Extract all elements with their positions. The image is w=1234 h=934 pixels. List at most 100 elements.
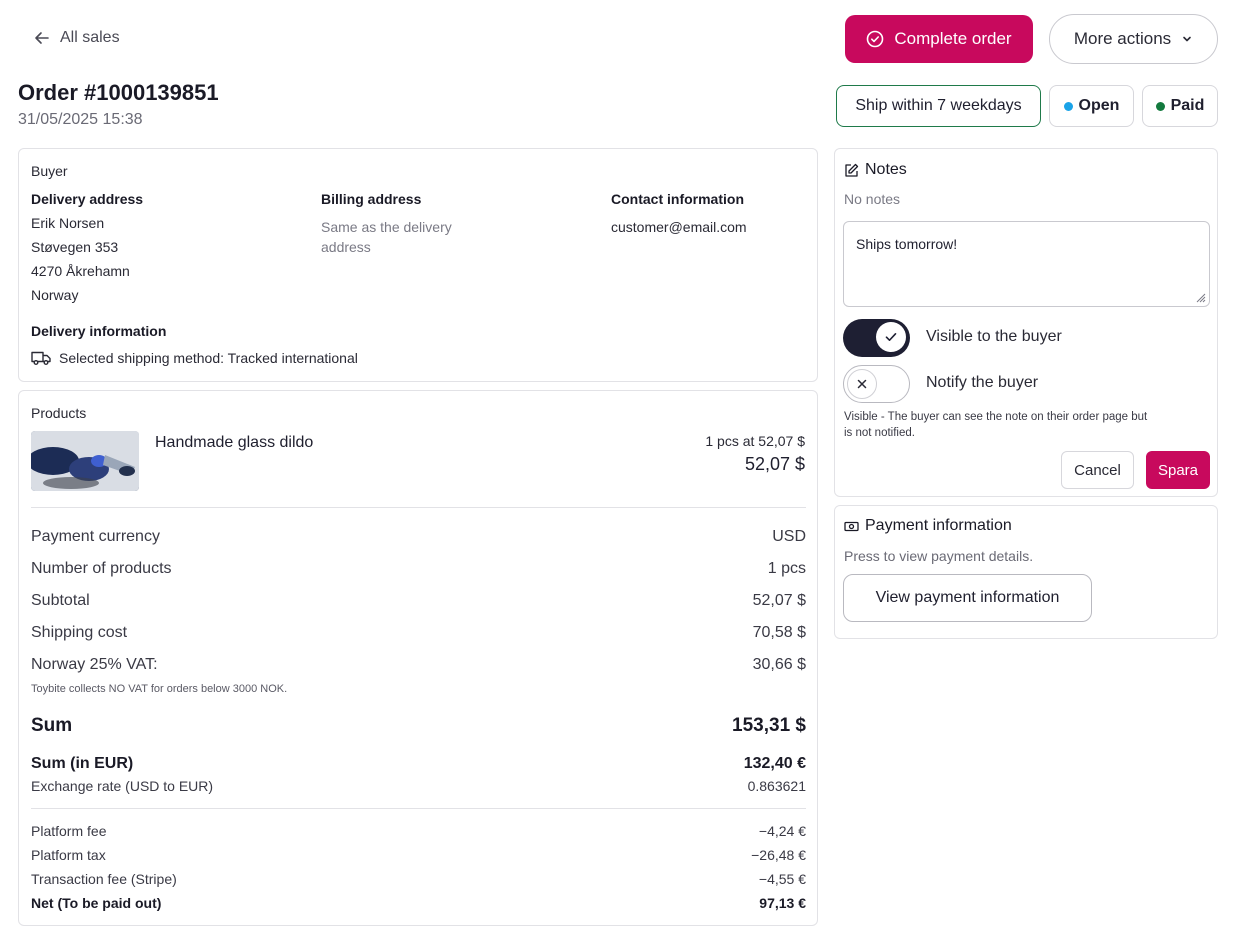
summary-value: 70,58 $ <box>752 624 806 641</box>
net-row: Net (To be paid out) 97,13 € <box>31 895 806 911</box>
exchange-rate-value: 0.863621 <box>747 778 806 794</box>
close-icon <box>857 379 867 389</box>
save-button[interactable]: Spara <box>1146 451 1210 489</box>
summary-value: USD <box>772 528 806 545</box>
check-icon <box>885 333 897 341</box>
money-icon <box>844 521 859 531</box>
divider <box>31 808 806 809</box>
product-total: 52,07 $ <box>744 454 805 474</box>
complete-order-label: Complete order <box>894 29 1012 48</box>
open-dot-icon <box>1063 101 1073 111</box>
cancel-button[interactable]: Cancel <box>1061 451 1134 489</box>
resize-grip-icon[interactable] <box>1196 293 1206 303</box>
fee-label: Platform tax <box>31 847 106 863</box>
open-badge-label: Open <box>1078 97 1120 114</box>
product-photo-icon <box>31 431 139 491</box>
sum-label: Sum <box>31 715 73 736</box>
contact-info-heading: Contact information <box>611 191 744 207</box>
paid-dot-icon <box>1155 101 1165 111</box>
fee-row: Platform fee −4,24 € <box>31 823 806 839</box>
back-to-all-sales-link[interactable]: All sales <box>34 29 120 47</box>
summary-row-vat: Norway 25% VAT: 30,66 $ <box>31 656 806 674</box>
payment-hint: Press to view payment details. <box>844 548 1034 564</box>
complete-order-button[interactable]: Complete order <box>845 15 1033 63</box>
note-text: Ships tomorrow! <box>856 236 958 252</box>
summary-label: Payment currency <box>31 528 160 545</box>
fee-row: Transaction fee (Stripe) −4,55 € <box>31 871 806 887</box>
payment-heading-label: Payment information <box>865 517 1012 534</box>
notify-buyer-label: Notify the buyer <box>926 374 1039 391</box>
order-date: 31/05/2025 15:38 <box>18 111 143 128</box>
sum-value: 153,31 $ <box>732 715 806 736</box>
summary-row-subtotal: Subtotal 52,07 $ <box>31 592 806 610</box>
payment-card: Payment information Press to view paymen… <box>834 505 1218 639</box>
exchange-rate-label: Exchange rate (USD to EUR) <box>31 778 214 794</box>
billing-address-line: Same as the delivery <box>321 219 452 235</box>
check-circle-icon <box>867 30 884 48</box>
summary-label: Subtotal <box>31 592 90 609</box>
shipping-method-label: Selected shipping method: Tracked intern… <box>59 350 358 366</box>
summary-value: 52,07 $ <box>752 592 806 609</box>
product-name[interactable]: Handmade glass dildo <box>155 434 313 452</box>
visible-to-buyer-toggle[interactable] <box>843 319 910 357</box>
vat-note: Toybite collects NO VAT for orders below… <box>31 683 288 695</box>
summary-row-currency: Payment currency USD <box>31 528 806 546</box>
buyer-card: Buyer Delivery address Erik Norsen Støve… <box>18 148 818 382</box>
product-image[interactable] <box>31 431 139 491</box>
notes-card: Notes No notes Ships tomorrow! Visible t… <box>834 148 1218 497</box>
visibility-hint-line: is not notified. <box>844 427 915 439</box>
view-payment-info-button[interactable]: View payment information <box>843 574 1092 622</box>
shipping-method-line: Selected shipping method: Tracked intern… <box>31 350 358 366</box>
status-badge-open: Open <box>1049 85 1134 127</box>
summary-label: Norway 25% VAT: <box>31 656 158 673</box>
sum-eur-value: 132,40 € <box>743 755 806 772</box>
ship-within-badge: Ship within 7 weekdays <box>836 85 1041 127</box>
fee-label: Platform fee <box>31 823 107 839</box>
delivery-address-line: Erik Norsen <box>31 215 105 231</box>
toggle-knob <box>876 322 906 352</box>
more-actions-label: More actions <box>1073 29 1172 48</box>
buyer-section-label: Buyer <box>31 163 68 179</box>
sum-eur-row: Sum (in EUR) 132,40 € <box>31 755 806 773</box>
edit-note-icon <box>845 163 859 177</box>
billing-address-line: address <box>321 239 371 255</box>
more-actions-button[interactable]: More actions <box>1049 14 1218 64</box>
contact-email: customer@email.com <box>611 219 747 235</box>
delivery-address-line: 4270 Åkrehamn <box>31 263 130 279</box>
exchange-rate-row: Exchange rate (USD to EUR) 0.863621 <box>31 778 806 794</box>
billing-address-heading: Billing address <box>321 191 422 207</box>
page-title: Order #1000139851 <box>18 80 219 105</box>
fee-label: Transaction fee (Stripe) <box>31 871 177 887</box>
summary-value: 30,66 $ <box>752 656 806 673</box>
notify-buyer-toggle[interactable] <box>843 365 910 403</box>
summary-row-shipping: Shipping cost 70,58 $ <box>31 624 806 642</box>
toggle-knob <box>847 369 877 399</box>
products-section-label: Products <box>31 405 87 421</box>
visibility-hint-line: Visible - The buyer can see the note on … <box>844 411 1148 423</box>
summary-row-count: Number of products 1 pcs <box>31 560 806 578</box>
fee-value: −4,24 € <box>758 823 806 839</box>
paid-badge-label: Paid <box>1170 97 1205 114</box>
products-card: Products Handmade glass dildo 1 pcs at 5… <box>18 390 818 926</box>
product-qty-price: 1 pcs at 52,07 $ <box>705 433 805 449</box>
notes-heading: Notes <box>844 161 907 179</box>
truck-icon <box>31 351 51 365</box>
no-notes-text: No notes <box>844 191 901 207</box>
payment-heading: Payment information <box>844 517 1012 535</box>
sum-eur-label: Sum (in EUR) <box>31 755 134 772</box>
divider <box>31 507 806 508</box>
net-label: Net (To be paid out) <box>31 895 162 911</box>
delivery-address-line: Norway <box>31 287 79 303</box>
status-badge-paid: Paid <box>1142 85 1218 127</box>
sum-row: Sum 153,31 $ <box>31 715 806 737</box>
notes-heading-label: Notes <box>865 161 907 178</box>
summary-label: Number of products <box>31 560 172 577</box>
chevron-down-icon <box>1183 36 1191 42</box>
visible-to-buyer-label: Visible to the buyer <box>926 328 1062 345</box>
summary-value: 1 pcs <box>767 560 806 577</box>
delivery-address-line: Støvegen 353 <box>31 239 119 255</box>
summary-label: Shipping cost <box>31 624 128 641</box>
note-textarea[interactable]: Ships tomorrow! <box>843 221 1210 307</box>
fee-value: −26,48 € <box>751 847 806 863</box>
arrow-left-icon <box>35 32 49 44</box>
